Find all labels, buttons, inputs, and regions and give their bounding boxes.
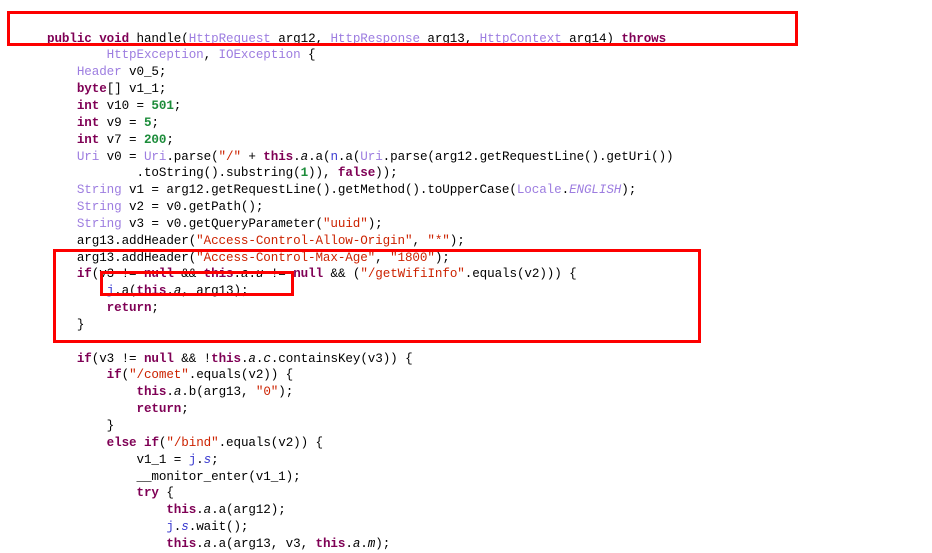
code-line: if("/comet".equals(v2)) {	[106, 368, 294, 383]
code-line: j.s.wait();	[166, 520, 249, 535]
code-line: byte[] v1_1;	[76, 82, 167, 97]
code-line: return;	[106, 301, 159, 316]
code-line: this.a.a(arg12);	[166, 503, 286, 518]
code-line: if(v3 != null && this.a.u != null && ("/…	[76, 267, 577, 282]
code-line: String v1 = arg12.getRequestLine().getMe…	[76, 183, 637, 198]
code-line: j.a(this.a, arg13);	[106, 284, 249, 299]
code-line: Header v0_5;	[76, 65, 167, 80]
code-line: int v9 = 5;	[76, 115, 159, 130]
code-line: }	[47, 419, 115, 433]
code-line: String v2 = v0.getPath();	[76, 200, 264, 215]
code-line: int v7 = 200;	[76, 132, 174, 147]
code-line: try {	[136, 486, 174, 501]
code-line: arg13.addHeader("Access-Control-Allow-Or…	[47, 233, 465, 248]
source-code-block[interactable]: public void handle(HttpRequest arg12, Ht…	[0, 13, 932, 553]
code-viewer: public void handle(HttpRequest arg12, Ht…	[0, 0, 932, 553]
code-line: arg13.addHeader("Access-Control-Max-Age"…	[47, 250, 450, 265]
code-line: v1_1 = j.s;	[47, 452, 219, 467]
code-line: public void handle(HttpRequest arg12, Ht…	[47, 31, 667, 46]
code-line: Uri v0 = Uri.parse("/" + this.a.a(n.a(Ur…	[76, 149, 674, 164]
code-line: else if("/bind".equals(v2)) {	[106, 435, 323, 450]
code-line: }	[47, 317, 85, 332]
code-line: String v3 = v0.getQueryParameter("uuid")…	[76, 216, 383, 231]
code-line: int v10 = 501;	[76, 98, 182, 113]
code-line: HttpException, IOException {	[106, 48, 316, 63]
code-line: this.a.b(arg13, "0");	[136, 385, 294, 400]
code-line: this.a.a(arg13, v3, this.a.m);	[166, 536, 391, 551]
code-line: if(v3 != null && !this.a.c.containsKey(v…	[76, 351, 413, 366]
code-line: return;	[136, 402, 189, 417]
code-line: .toString().substring(1)), false));	[47, 166, 398, 181]
code-line: __monitor_enter(v1_1);	[47, 469, 301, 484]
